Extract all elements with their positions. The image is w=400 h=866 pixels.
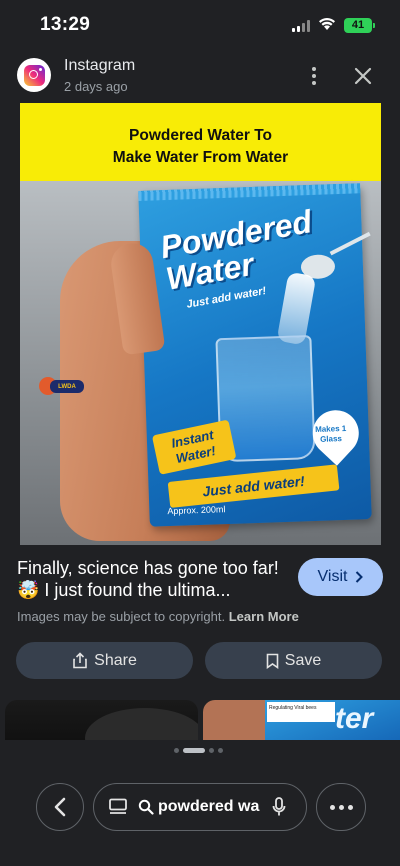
related-note: Regulating Viral bees — [267, 702, 335, 722]
page-indicator — [174, 748, 223, 753]
banner-line-2: Make Water From Water — [112, 149, 289, 166]
back-button[interactable] — [36, 783, 84, 831]
back-arrow-icon — [54, 797, 66, 817]
result-image[interactable]: Powdered Water To Make Water From Water … — [20, 103, 381, 545]
source-header: Instagram 2 days ago — [0, 52, 400, 102]
copyright-text: Images may be subject to copyright. — [17, 609, 226, 624]
share-icon — [73, 652, 87, 669]
status-time: 13:29 — [40, 14, 91, 35]
visit-button[interactable]: Visit — [298, 558, 383, 596]
sticker-logo: LWDA — [39, 377, 84, 395]
status-bar: 13:29 41 — [0, 0, 400, 52]
close-icon[interactable] — [351, 64, 375, 88]
powder-packet: Powdered Water Just add water! Instant W… — [138, 183, 372, 527]
instagram-logo-icon[interactable] — [17, 58, 51, 92]
source-name[interactable]: Instagram — [64, 57, 135, 75]
save-button[interactable]: Save — [205, 642, 382, 679]
related-image-1[interactable] — [5, 700, 198, 740]
visit-label: Visit — [317, 568, 348, 585]
microphone-icon[interactable] — [272, 797, 286, 817]
search-bar[interactable]: powdered wa — [93, 783, 307, 831]
tabs-icon[interactable] — [108, 798, 128, 816]
svg-text:LWDA: LWDA — [58, 384, 76, 390]
cellular-signal-icon — [292, 20, 310, 32]
search-icon — [138, 799, 154, 815]
just-add-water-ribbon: Just add water! — [167, 464, 340, 508]
product-photo: Powdered Water Just add water! Instant W… — [20, 181, 381, 545]
save-label: Save — [284, 651, 322, 669]
share-button[interactable]: Share — [16, 642, 193, 679]
result-caption[interactable]: Finally, science has gone too far! 🤯 I j… — [17, 557, 292, 601]
related-image-2[interactable]: Regulating Viral bees ter — [203, 700, 400, 740]
wifi-icon — [319, 18, 335, 30]
spoon-handle — [329, 231, 371, 256]
share-label: Share — [94, 651, 137, 669]
more-options-icon[interactable] — [304, 64, 324, 88]
search-query[interactable]: powdered wa — [158, 798, 262, 816]
more-menu-button[interactable] — [316, 783, 366, 831]
bookmark-icon — [266, 653, 279, 669]
related-image-text: ter — [335, 702, 374, 735]
powder-stream — [276, 271, 317, 346]
banner-line-1: Powdered Water To — [129, 127, 272, 144]
image-banner: Powdered Water To Make Water From Water — [20, 103, 381, 181]
packet-size: Approx. 200ml — [167, 504, 226, 517]
battery-icon: 41 — [344, 18, 375, 33]
makes-glass-text: Makes 1 Glass — [314, 423, 347, 444]
bottom-navigation: powdered wa — [0, 770, 400, 866]
chevron-right-icon — [356, 571, 364, 583]
copyright-notice: Images may be subject to copyright. Lear… — [17, 609, 299, 624]
instant-water-badge: Instant Water! — [151, 419, 237, 475]
learn-more-link[interactable]: Learn More — [229, 609, 299, 624]
source-time: 2 days ago — [64, 79, 128, 94]
